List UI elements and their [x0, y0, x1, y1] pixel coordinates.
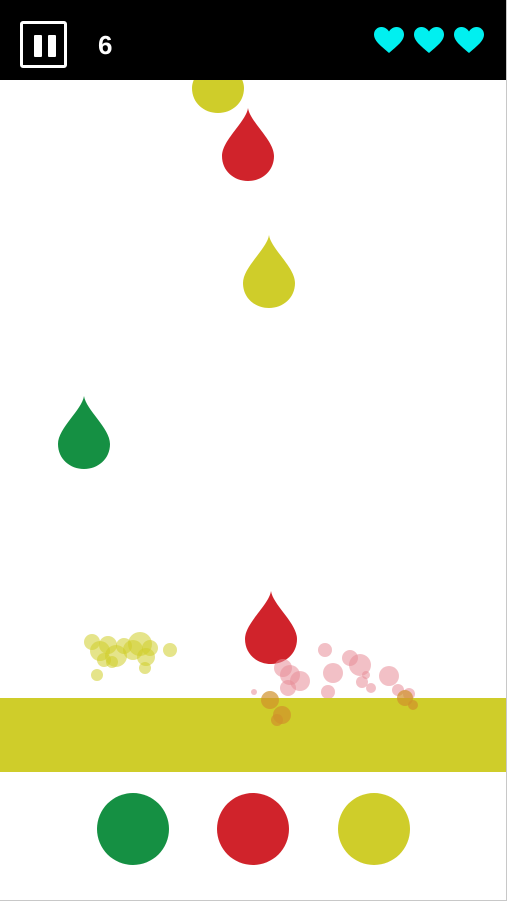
drop-yellow-2 [243, 235, 295, 308]
splash-particle-red [251, 689, 257, 695]
drop-red-1 [222, 108, 274, 181]
red-color-button[interactable] [217, 793, 289, 865]
splash-particle-red [323, 663, 343, 683]
heart-icon [454, 27, 484, 53]
pause-icon [34, 35, 42, 57]
splash-particle-orange [408, 700, 418, 710]
score-counter: 6 [98, 30, 113, 60]
drop-red-2 [245, 591, 297, 664]
heart-icon [414, 27, 444, 53]
splash-particle-red [379, 666, 399, 686]
top-bar: 6 [0, 0, 507, 80]
pause-button[interactable] [20, 21, 67, 68]
splash-particle-red [321, 685, 335, 699]
splash-particle-yellow [91, 669, 103, 681]
play-field [0, 80, 507, 901]
splash-particle-orange [261, 691, 279, 709]
splash-particle-yellow [163, 643, 177, 657]
splash-particle-yellow [142, 640, 158, 656]
lives-indicator [373, 26, 485, 56]
splash-particle-red [280, 680, 296, 696]
splash-particle-red [362, 671, 370, 679]
yellow-color-button[interactable] [338, 793, 410, 865]
drop-green-1 [58, 396, 110, 469]
catch-band [0, 698, 507, 772]
splash-particle-orange [271, 714, 283, 726]
heart-icon [374, 27, 404, 53]
green-color-button[interactable] [97, 793, 169, 865]
splash-particle-red [366, 683, 376, 693]
splash-particle-yellow [106, 656, 118, 668]
splash-particle-red [318, 643, 332, 657]
splash-particle-yellow [139, 662, 151, 674]
